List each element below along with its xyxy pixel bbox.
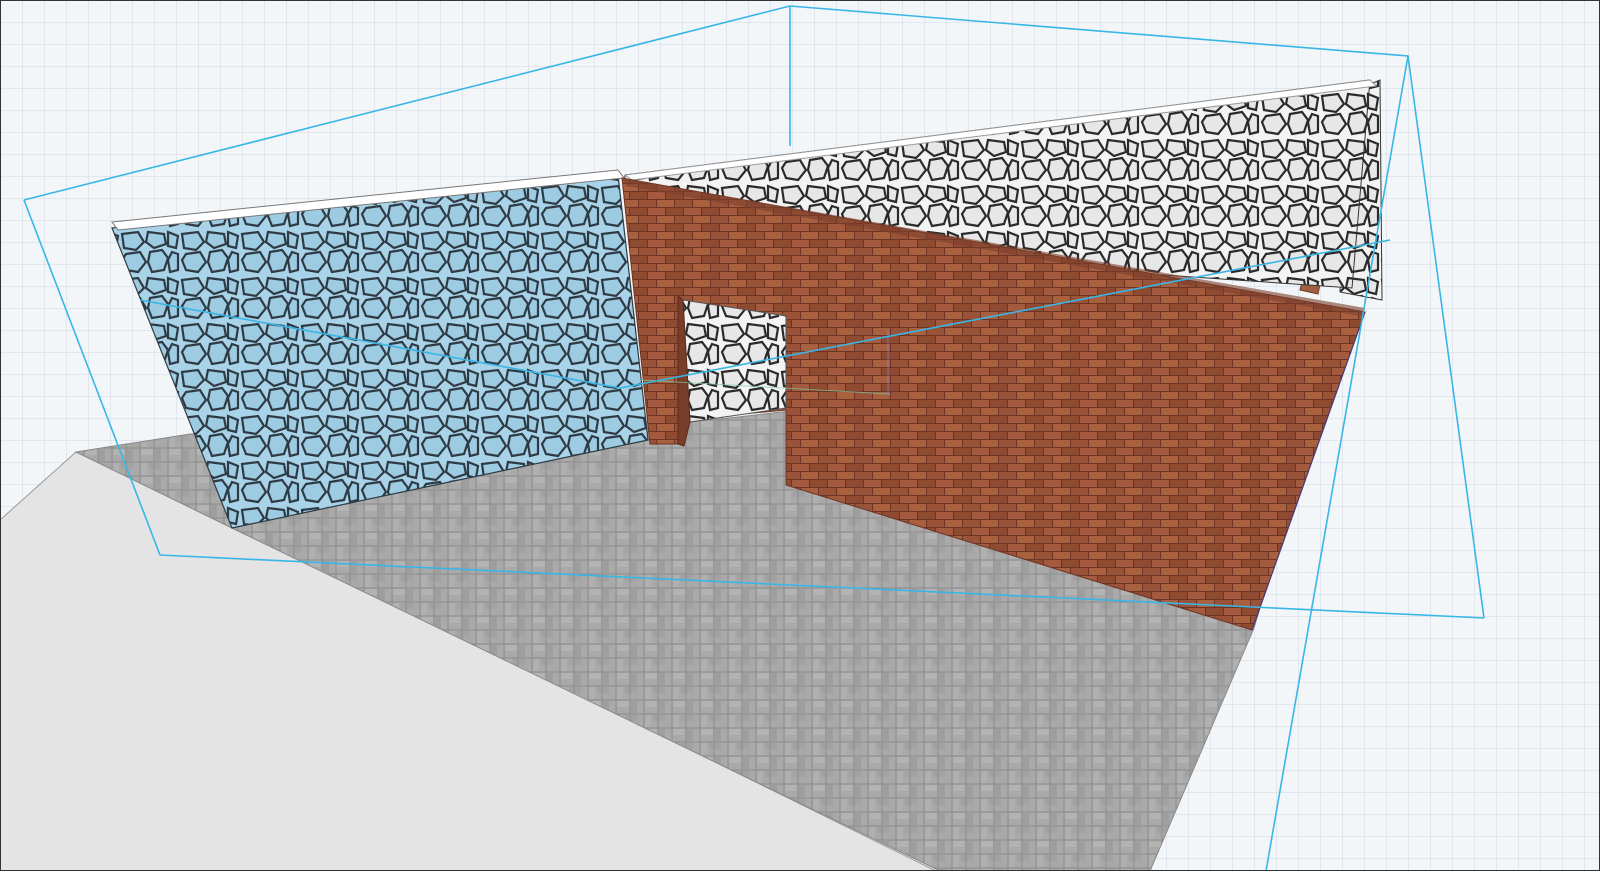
doorway-opening[interactable] (682, 299, 787, 423)
scene-canvas[interactable] (0, 0, 1600, 871)
3d-viewport[interactable] (0, 0, 1600, 871)
